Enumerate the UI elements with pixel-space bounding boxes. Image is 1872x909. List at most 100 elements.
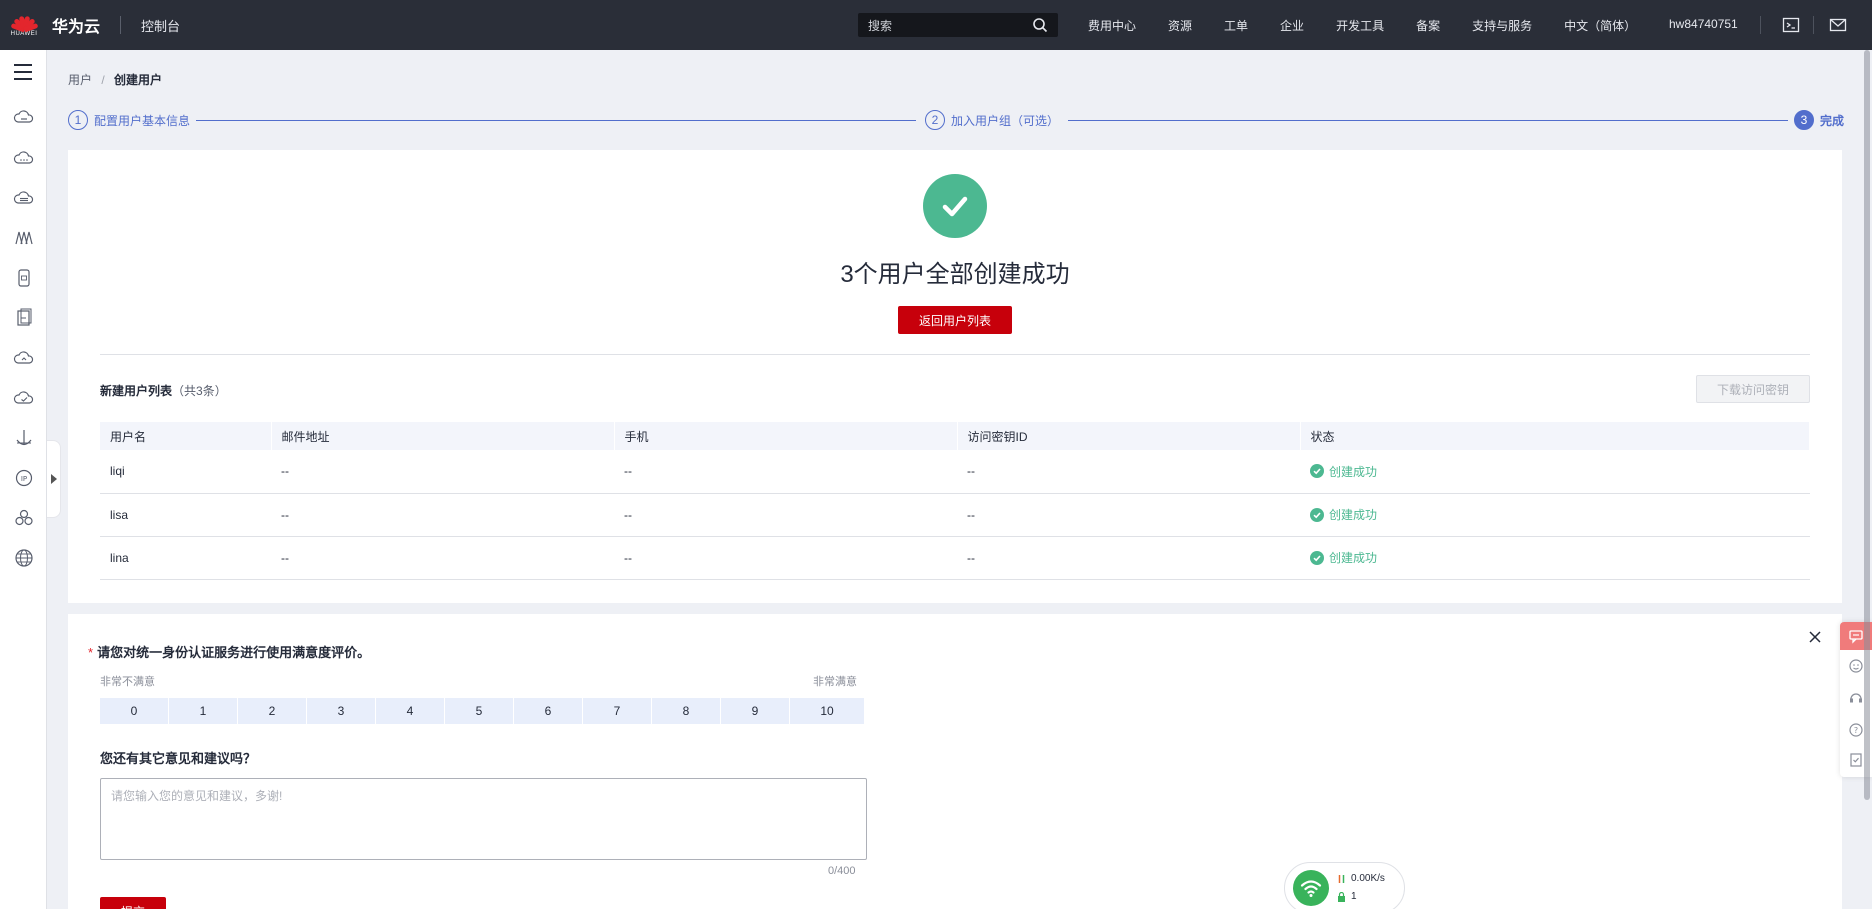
mail-icon[interactable] (1829, 16, 1847, 34)
breadcrumb: 用户 / 创建用户 (68, 71, 162, 88)
console-link[interactable]: 控制台 (141, 16, 180, 35)
rating-question-text: 请您对统一身份认证服务进行使用满意度评价。 (97, 645, 371, 660)
menu-icon[interactable] (14, 64, 32, 80)
svg-text:?: ? (1854, 726, 1858, 735)
cloud-compute-icon[interactable] (13, 147, 35, 169)
huawei-logo-icon: HUAWEI (9, 11, 39, 39)
network-values: 0.00K/s 1 (1337, 870, 1385, 906)
globe-icon[interactable] (13, 547, 35, 569)
table-header-row: 用户名 邮件地址 手机 访问密钥ID 状态 (100, 422, 1810, 450)
step-label: 配置用户基本信息 (94, 113, 191, 128)
transfer-arrows-icon (1338, 875, 1345, 883)
breadcrumb-current: 创建用户 (114, 73, 163, 87)
step-connector (196, 120, 916, 121)
rating-option-5[interactable]: 5 (445, 698, 513, 724)
breadcrumb-users-link[interactable]: 用户 (68, 73, 92, 87)
rating-option-9[interactable]: 9 (721, 698, 789, 724)
cloud-shell-icon[interactable] (1782, 16, 1800, 34)
cloud-server-icon[interactable] (13, 107, 35, 129)
rating-option-3[interactable]: 3 (307, 698, 375, 724)
cell-phone: -- (614, 536, 957, 580)
rating-option-7[interactable]: 7 (583, 698, 651, 724)
rating-option-4[interactable]: 4 (376, 698, 444, 724)
rating-option-10[interactable]: 10 (790, 698, 864, 724)
cloud-storage-icon[interactable] (13, 187, 35, 209)
ip-icon[interactable]: IP (13, 467, 35, 489)
back-to-user-list-button[interactable]: 返回用户列表 (898, 306, 1012, 334)
submit-button[interactable]: 提交 (100, 897, 166, 909)
download-access-key-button[interactable]: 下载访问密钥 (1696, 375, 1810, 403)
cloud-upload-icon[interactable] (13, 347, 35, 369)
huawei-logo[interactable]: HUAWEI 华为云 (0, 0, 100, 50)
char-counter: 0/400 (828, 865, 856, 877)
rating-low-label: 非常不满意 (100, 676, 155, 688)
nav-dev-tools[interactable]: 开发工具 (1336, 17, 1384, 34)
svg-text:IP: IP (21, 475, 27, 483)
step-complete: 3 完成 (1794, 110, 1845, 130)
cell-email: -- (271, 536, 614, 580)
search-input[interactable]: 搜索 (868, 17, 892, 34)
anchor-icon[interactable] (13, 427, 35, 449)
wizard-steps: 1 配置用户基本信息 2 加入用户组（可选） 3 完成 (68, 110, 1845, 130)
brand-name: 华为云 (52, 19, 101, 36)
success-icon (1310, 464, 1324, 479)
headset-service-icon[interactable] (1848, 690, 1864, 706)
list-count: （共3条） (172, 384, 227, 398)
cell-access-key: -- (957, 493, 1300, 537)
result-card: 3个用户全部创建成功 返回用户列表 新建用户列表（共3条） 下载访问密钥 用户名… (68, 150, 1842, 603)
nav-support[interactable]: 支持与服务 (1472, 17, 1532, 34)
network-speed-widget[interactable]: 0.00K/s 1 (1284, 862, 1405, 909)
document-icon[interactable] (13, 307, 35, 329)
nav-tickets[interactable]: 工单 (1224, 17, 1248, 34)
checklist-icon[interactable] (1848, 752, 1864, 768)
nav-language[interactable]: 中文（简体） (1564, 17, 1636, 34)
feedback-question: 您还有其它意见和建议吗？ (100, 751, 257, 766)
success-check-icon (923, 174, 987, 238)
cell-username: lisa (100, 493, 271, 537)
status-text: 创建成功 (1329, 508, 1378, 522)
top-navigation-bar: HUAWEI 华为云 控制台 搜索 费用中心 资源 工单 企业 开发工具 备案 … (0, 0, 1872, 50)
step-number: 1 (68, 110, 88, 130)
smile-icon[interactable] (1848, 658, 1864, 674)
page-scrollbar[interactable] (1864, 50, 1872, 909)
sidebar-expand-handle[interactable] (47, 440, 61, 518)
rating-option-0[interactable]: 0 (100, 698, 168, 724)
rating-option-6[interactable]: 6 (514, 698, 582, 724)
step-label: 加入用户组（可选） (951, 113, 1060, 128)
top-nav-menu: 费用中心 资源 工单 企业 开发工具 备案 支持与服务 中文（简体） (1088, 0, 1668, 50)
rating-option-8[interactable]: 8 (652, 698, 720, 724)
lock-icon (1338, 892, 1345, 902)
global-search[interactable]: 搜索 (858, 13, 1058, 37)
rating-high-label: 非常满意 (813, 676, 857, 688)
mobile-app-icon[interactable] (13, 267, 35, 289)
user-account-menu[interactable]: hw84740751 (1669, 17, 1738, 31)
rating-option-1[interactable]: 1 (169, 698, 237, 724)
step-connector (1068, 120, 1788, 121)
scrollbar-thumb[interactable] (1864, 50, 1870, 800)
satisfaction-survey: * 请您对统一身份认证服务进行使用满意度评价。 非常不满意 非常满意 0 1 2 … (68, 614, 1842, 909)
topbar-divider (120, 16, 122, 34)
cell-username: lina (100, 536, 271, 580)
cell-email: -- (271, 450, 614, 494)
rating-option-2[interactable]: 2 (238, 698, 306, 724)
topbar-divider (1760, 16, 1761, 34)
column-header-phone: 手机 (614, 422, 958, 450)
nav-billing[interactable]: 费用中心 (1088, 17, 1136, 34)
cell-access-key: -- (957, 450, 1300, 494)
close-icon[interactable] (1808, 630, 1822, 644)
search-icon[interactable] (1032, 17, 1048, 33)
cdn-icon[interactable] (13, 227, 35, 249)
feedback-textarea[interactable] (100, 778, 867, 860)
step-label: 完成 (1820, 113, 1845, 128)
column-header-username: 用户名 (100, 422, 272, 450)
status-text: 创建成功 (1329, 551, 1378, 565)
cloud-check-icon[interactable] (13, 387, 35, 409)
breadcrumb-separator: / (101, 73, 105, 87)
cluster-icon[interactable] (13, 507, 35, 529)
card-divider (100, 354, 1810, 355)
nav-enterprise[interactable]: 企业 (1280, 17, 1304, 34)
nav-resources[interactable]: 资源 (1168, 17, 1192, 34)
help-icon[interactable]: ? (1848, 722, 1864, 738)
nav-icp[interactable]: 备案 (1416, 17, 1440, 34)
connection-count: 1 (1351, 891, 1357, 902)
